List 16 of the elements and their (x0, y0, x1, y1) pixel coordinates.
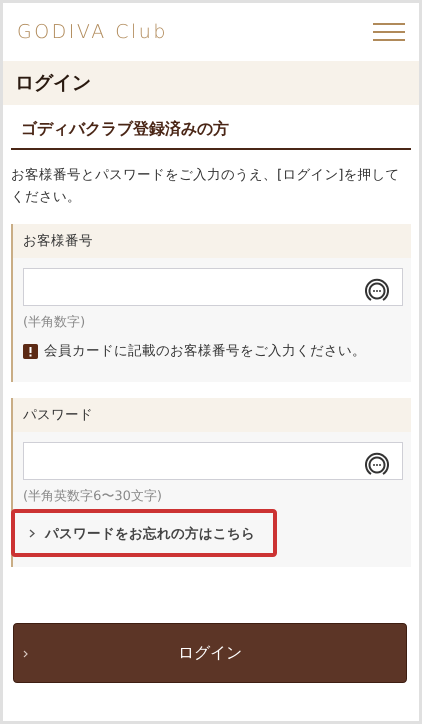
error-message: 会員カードに記載のお客様番号をご入力ください。 (44, 342, 366, 360)
exclamation-icon (23, 344, 38, 358)
field-hint: (半角数字) (23, 314, 86, 331)
login-button[interactable]: ログイン (13, 623, 407, 683)
section-heading: ゴディバクラブ登録済みの方 (11, 119, 411, 150)
forgot-password-link[interactable]: パスワードをお忘れの方はこちら (29, 524, 255, 542)
menu-icon[interactable] (373, 22, 405, 42)
field-label: パスワード (23, 406, 93, 424)
instructions: お客様番号とパスワードをご入力のうえ、[ログイン]を押してください。 (11, 166, 401, 207)
chevron-icon (29, 529, 35, 538)
input-field[interactable] (23, 268, 403, 306)
page-title: ログイン (15, 71, 91, 96)
field-label: お客様番号 (23, 232, 93, 250)
input-field[interactable] (23, 442, 403, 480)
chevron-icon (23, 650, 28, 658)
field-hint: (半角英数字6〜30文字) (23, 488, 163, 505)
